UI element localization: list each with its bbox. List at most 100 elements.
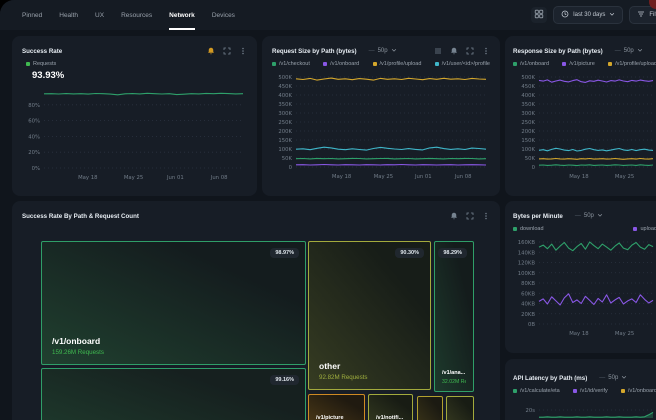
expand-icon[interactable] (466, 47, 474, 55)
treemap-box[interactable]: /v1/picture (308, 394, 365, 420)
bytes-per-minute-chart: 0B20KB40KB60KB80KB100KB120KB140KB160KBMa… (513, 237, 656, 337)
expand-icon[interactable] (466, 212, 474, 220)
date-range-label: last 30 days (573, 12, 605, 18)
legend-item[interactable]: /v1/profile/upload (608, 60, 656, 68)
legend-dot (513, 227, 517, 231)
treemap-path-label: /v1/onboard (52, 336, 295, 346)
card-header: Success Rate (22, 46, 247, 56)
treemap: 98.97%/v1/onboard159.26M Requests99.16%9… (41, 241, 477, 420)
svg-text:100KB: 100KB (518, 271, 536, 277)
svg-text:50K: 50K (525, 156, 536, 162)
legend-item[interactable]: /v1/checkout (272, 60, 310, 68)
legend-item[interactable]: download (513, 225, 544, 233)
chart-legend: Requests (26, 60, 247, 68)
bell-icon[interactable] (207, 47, 215, 55)
date-range-button[interactable]: last 30 days (553, 6, 623, 24)
percentile-value: 50p (378, 48, 388, 54)
treemap-box[interactable]: 99.16% (41, 368, 306, 420)
treemap-box[interactable]: /v1/notifi... (368, 394, 413, 420)
table-view-icon[interactable] (434, 47, 442, 55)
svg-text:May 18: May 18 (78, 175, 98, 181)
legend-item[interactable]: /v1/picture (562, 60, 594, 68)
percentile-dropdown[interactable]: —50p (575, 212, 603, 220)
card-title: Bytes per Minute (513, 213, 563, 220)
legend-dot (373, 62, 377, 66)
treemap-box[interactable] (417, 396, 443, 420)
tab-network[interactable]: Network (169, 0, 195, 30)
legend-label: download (520, 226, 544, 232)
filter-button[interactable]: Filter/Co (629, 6, 656, 24)
svg-text:May 25: May 25 (124, 175, 143, 181)
treemap-box[interactable] (446, 396, 474, 420)
legend-item[interactable]: /v1/onboard (323, 60, 359, 68)
svg-text:0B: 0B (528, 322, 535, 328)
tab-resources[interactable]: Resources (121, 0, 152, 30)
dashboard: Pinned Health UX Resources Network Devices la… (0, 0, 656, 420)
legend-label: /v1/onboard (330, 61, 359, 67)
percentile-dropdown[interactable]: —50p (369, 47, 397, 55)
treemap-box[interactable]: 98.97%/v1/onboard159.26M Requests (41, 241, 306, 365)
svg-text:0: 0 (289, 165, 293, 171)
svg-text:20KB: 20KB (521, 312, 535, 318)
treemap-box[interactable]: 98.29%/v1/ana...32.02M Re... (434, 241, 474, 392)
chevron-down-icon (621, 374, 627, 382)
legend-item[interactable]: /v1/user/<id>/profile (435, 60, 490, 68)
grid-layout-button[interactable] (531, 7, 547, 23)
card-title: Response Size by Path (bytes) (513, 48, 603, 55)
svg-text:200K: 200K (521, 129, 535, 135)
bell-icon[interactable] (450, 47, 458, 55)
svg-text:40%: 40% (28, 134, 40, 140)
legend-item[interactable]: /v1/onboard (513, 60, 549, 68)
tab-health[interactable]: Health (59, 0, 78, 30)
treemap-request-count: 159.26M Requests (52, 349, 295, 356)
card-api-latency: API Latency by Path (ms) —50p /v1/calcul… (505, 359, 656, 420)
legend-dot (323, 62, 327, 66)
treemap-request-count: 92.82M Requests (319, 374, 420, 381)
kebab-menu-icon[interactable] (239, 47, 247, 55)
legend-dot (435, 62, 439, 66)
legend-item[interactable]: /v1/id/verify (573, 387, 608, 395)
card-title: Success Rate (22, 48, 62, 55)
card-header: Bytes per Minute —50p (513, 211, 656, 221)
percentile-dropdown[interactable]: —50p (599, 374, 627, 382)
tab-pinned[interactable]: Pinned (22, 0, 42, 30)
svg-text:150K: 150K (278, 138, 292, 144)
svg-text:50K: 50K (282, 156, 293, 162)
chevron-down-icon (637, 47, 643, 55)
kebab-menu-icon[interactable] (482, 47, 490, 55)
legend-item[interactable]: upload (633, 225, 656, 233)
clock-icon (561, 10, 569, 20)
tab-ux[interactable]: UX (95, 0, 104, 30)
bell-icon[interactable] (450, 212, 458, 220)
svg-text:140KB: 140KB (518, 250, 536, 256)
chart-legend: /v1/onboard/v1/picture/v1/profile/upload (513, 60, 656, 68)
percentile-dropdown[interactable]: —50p (615, 47, 643, 55)
legend-item[interactable]: Requests (26, 60, 56, 68)
api-latency-chart: 20s (513, 397, 656, 420)
card-request-size: Request Size by Path (bytes) —50p /v1/ch… (262, 36, 500, 196)
svg-text:250K: 250K (521, 120, 535, 126)
legend-item[interactable]: /v1/calculate/eta (513, 387, 560, 395)
legend-label: Requests (33, 61, 56, 67)
chart-legend: /v1/calculate/eta/v1/id/verify/v1/onboar… (513, 387, 656, 395)
response-size-chart: 050K100K150K200K250K300K350K400K450K500K… (513, 72, 656, 180)
legend-dot (272, 62, 276, 66)
svg-text:350K: 350K (521, 102, 535, 108)
percentile-value: 50p (584, 213, 594, 219)
svg-text:May 25: May 25 (615, 174, 634, 180)
expand-icon[interactable] (223, 47, 231, 55)
treemap-box[interactable]: 90.30%other92.82M Requests (308, 241, 431, 390)
legend-label: /v1/picture (569, 61, 594, 67)
svg-text:80KB: 80KB (521, 281, 535, 287)
tab-devices[interactable]: Devices (212, 0, 235, 30)
filter-label: Filter/Co (649, 12, 656, 18)
dash-glyph: — (369, 48, 375, 54)
kebab-menu-icon[interactable] (482, 212, 490, 220)
card-header: API Latency by Path (ms) —50p (513, 373, 656, 383)
svg-text:450K: 450K (278, 84, 292, 90)
top-nav: Pinned Health UX Resources Network Devices la… (0, 0, 656, 30)
card-title: API Latency by Path (ms) (513, 375, 587, 382)
legend-item[interactable]: /v1/onboard (621, 387, 656, 395)
success-rate-badge: 99.16% (270, 375, 299, 385)
legend-item[interactable]: /v1/profile/upload (373, 60, 422, 68)
